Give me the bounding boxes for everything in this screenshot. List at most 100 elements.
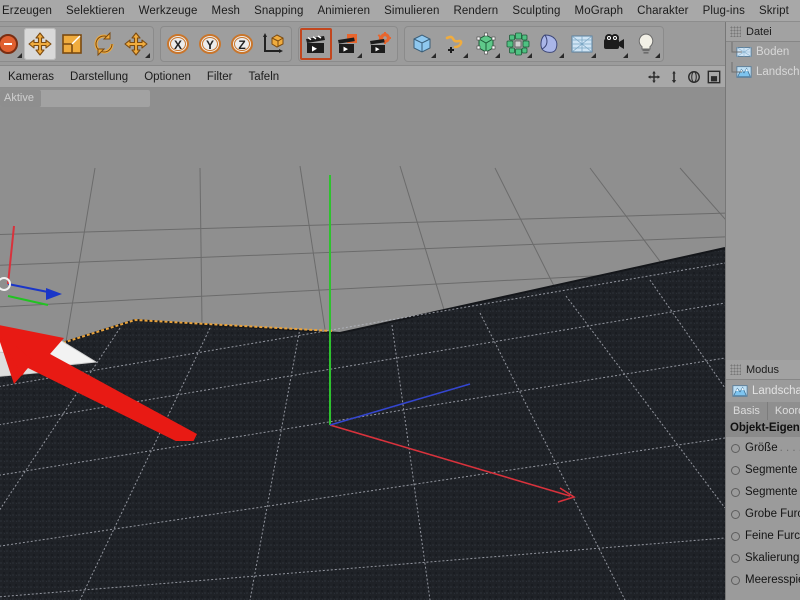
menu-item-rendern[interactable]: Rendern xyxy=(446,0,505,22)
nurbs-generator-button[interactable] xyxy=(470,28,502,60)
viewport-nav-icons xyxy=(647,66,721,88)
viewport-menu-tafeln[interactable]: Tafeln xyxy=(240,66,287,88)
orbit-icon[interactable] xyxy=(687,70,701,84)
annotation-arrow xyxy=(0,316,207,441)
drag-grip-icon[interactable] xyxy=(730,26,741,37)
deformer-button[interactable] xyxy=(534,28,566,60)
viewport-menu-darstellung[interactable]: Darstellung xyxy=(62,66,136,88)
property-keyframe-toggle[interactable] xyxy=(731,466,740,475)
property-keyframe-toggle[interactable] xyxy=(731,554,740,563)
menu-item-simulieren[interactable]: Simulieren xyxy=(377,0,446,22)
property-keyframe-toggle[interactable] xyxy=(731,532,740,541)
toolbar-group-render xyxy=(298,26,398,62)
menu-item-sculpting[interactable]: Sculpting xyxy=(505,0,567,22)
light-button[interactable] xyxy=(630,28,662,60)
array-object-button[interactable] xyxy=(502,28,534,60)
property-label-segmente-x: Segmente X xyxy=(745,464,800,476)
menu-item-erzeugen[interactable]: Erzeugen xyxy=(0,0,59,22)
rotate-tool-button[interactable] xyxy=(88,28,120,60)
property-label-skalierung: Skalierung xyxy=(745,552,799,564)
move-tool-icon xyxy=(27,31,53,57)
spline-pen-button[interactable] xyxy=(438,28,470,60)
corner-marker xyxy=(623,53,628,58)
drag-grip-icon[interactable] xyxy=(730,364,741,375)
attribute-manager-menu-modus[interactable]: Modus xyxy=(746,364,779,376)
object-row-boden[interactable]: Boden xyxy=(726,42,800,62)
axis-x-icon: X xyxy=(165,31,191,57)
main-toolbar: X Y Z xyxy=(0,22,800,66)
menu-item-charakter[interactable]: Charakter xyxy=(630,0,695,22)
menu-item-animieren[interactable]: Animieren xyxy=(310,0,377,22)
menu-item-mesh[interactable]: Mesh xyxy=(205,0,248,22)
menu-item-plugins[interactable]: Plug-ins xyxy=(696,0,752,22)
property-row-skalierung[interactable]: Skalierung xyxy=(726,547,800,569)
cube-primitive-button[interactable] xyxy=(406,28,438,60)
menu-item-werkzeuge[interactable]: Werkzeuge xyxy=(132,0,205,22)
axis-z-button[interactable]: Z xyxy=(226,28,258,60)
menubar: Erzeugen Selektieren Werkzeuge Mesh Snap… xyxy=(0,0,800,22)
property-keyframe-toggle[interactable] xyxy=(731,488,740,497)
attribute-object-row[interactable]: Landschaft xyxy=(726,380,800,402)
tab-basis[interactable]: Basis xyxy=(726,402,768,420)
property-keyframe-toggle[interactable] xyxy=(731,444,740,453)
camera-button[interactable] xyxy=(598,28,630,60)
property-row-meeresspiegel[interactable]: Meeresspiegel xyxy=(726,569,800,591)
corner-marker xyxy=(527,53,532,58)
render-picture-viewer-button[interactable] xyxy=(332,28,364,60)
property-keyframe-toggle[interactable] xyxy=(731,510,740,519)
corner-marker xyxy=(591,53,596,58)
viewport[interactable]: Aktive xyxy=(0,88,725,600)
section-header-objekt-eigenschaften: Objekt-Eigenschaften xyxy=(726,420,800,437)
corner-marker xyxy=(559,53,564,58)
world-object-coordinates-button[interactable] xyxy=(258,28,290,60)
property-row-grobe-furchen[interactable]: Grobe Furchen xyxy=(726,503,800,525)
property-label-grobe-furchen: Grobe Furchen xyxy=(745,508,800,520)
render-settings-button[interactable] xyxy=(364,28,396,60)
dolly-icon[interactable] xyxy=(667,70,681,84)
axis-y-icon: Y xyxy=(197,31,223,57)
property-label-segmente-z: Segmente Z xyxy=(745,486,800,498)
menu-item-mograph[interactable]: MoGraph xyxy=(568,0,631,22)
corner-marker xyxy=(145,53,150,58)
floor-environment-button[interactable] xyxy=(566,28,598,60)
svg-text:X: X xyxy=(174,38,182,52)
object-manager-body[interactable]: Boden Landschaft xyxy=(726,42,800,360)
property-row-segmente-z[interactable]: Segmente Z xyxy=(726,481,800,503)
property-keyframe-toggle[interactable] xyxy=(731,576,740,585)
svg-text:Z: Z xyxy=(238,38,245,52)
object-row-landschaft[interactable]: Landschaft xyxy=(726,62,800,82)
corner-marker xyxy=(495,53,500,58)
corner-marker xyxy=(655,53,660,58)
move-tool-button[interactable] xyxy=(24,28,56,60)
rotate-tool-icon xyxy=(91,31,117,57)
object-manager-menu-datei[interactable]: Datei xyxy=(746,26,772,38)
corner-marker xyxy=(431,53,436,58)
undo-button[interactable] xyxy=(0,28,24,60)
property-label-meeresspiegel: Meeresspiegel xyxy=(745,574,800,586)
axis-z-icon: Z xyxy=(229,31,255,57)
object-name-boden: Boden xyxy=(756,46,789,58)
render-view-button[interactable] xyxy=(300,28,332,60)
viewport-menu-optionen[interactable]: Optionen xyxy=(136,66,199,88)
axis-y-button[interactable]: Y xyxy=(194,28,226,60)
property-row-segmente-x[interactable]: Segmente X xyxy=(726,459,800,481)
toolbar-group-objects xyxy=(404,26,664,62)
toolbar-group-axis: X Y Z xyxy=(160,26,292,62)
axis-x-button[interactable]: X xyxy=(162,28,194,60)
viewport-menu-kameras[interactable]: Kameras xyxy=(0,66,62,88)
scale-tool-button[interactable] xyxy=(56,28,88,60)
viewport-header: Kameras Darstellung Optionen Filter Tafe… xyxy=(0,66,725,88)
menu-item-snapping[interactable]: Snapping xyxy=(247,0,310,22)
menu-item-skript[interactable]: Skript xyxy=(752,0,796,22)
menu-item-selektieren[interactable]: Selektieren xyxy=(59,0,132,22)
viewport-menu-filter[interactable]: Filter xyxy=(199,66,241,88)
tab-koordinaten[interactable]: Koordinaten xyxy=(768,402,800,420)
corner-marker xyxy=(17,53,22,58)
property-row-feine-furchen[interactable]: Feine Furchen xyxy=(726,525,800,547)
maximize-view-icon[interactable] xyxy=(707,70,721,84)
attribute-tabs: Basis Koordinaten xyxy=(726,402,800,420)
pan-icon[interactable] xyxy=(647,70,661,84)
move-alt-button[interactable] xyxy=(120,28,152,60)
corner-marker xyxy=(357,53,362,58)
property-row-groesse[interactable]: Größe . . . . xyxy=(726,437,800,459)
